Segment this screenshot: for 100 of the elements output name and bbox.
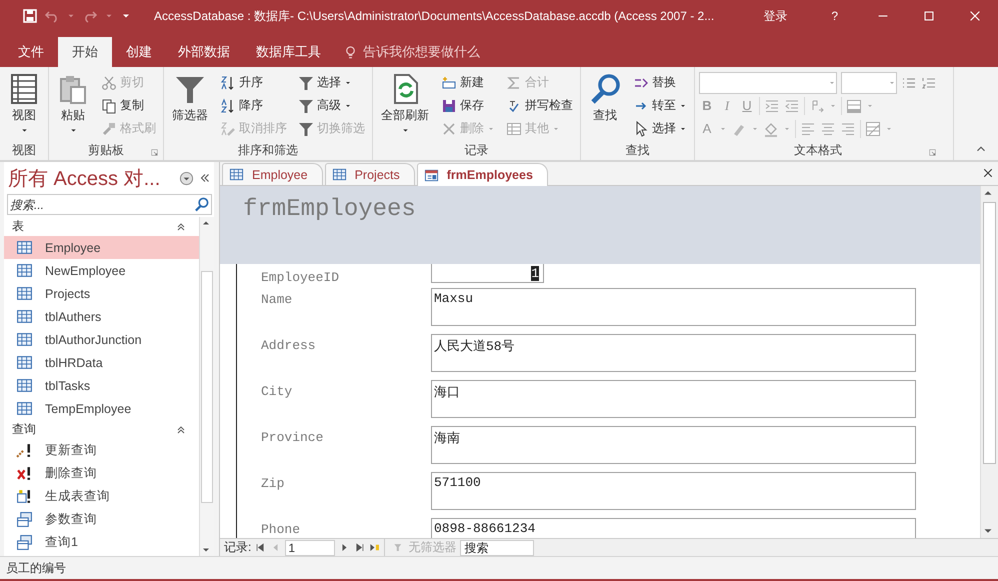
scrollbar[interactable] <box>980 186 998 538</box>
funnel-icon <box>298 74 314 90</box>
input-field[interactable]: 海南 <box>431 426 916 464</box>
ribbon-button[interactable]: 选择 <box>295 71 368 94</box>
input-field[interactable]: 海口 <box>431 380 916 418</box>
font-size-dropdown[interactable] <box>841 72 897 94</box>
save-icon[interactable] <box>22 8 38 24</box>
field-label: Zip <box>260 475 286 493</box>
search-field[interactable]: 搜索... <box>7 194 212 215</box>
cross-exclamation-icon <box>16 465 33 482</box>
menu-tab[interactable]: 数据库工具 <box>244 37 333 67</box>
navigation-item[interactable]: Projects <box>4 282 199 305</box>
table-icon <box>16 239 33 256</box>
group-label: 排序和筛选 <box>238 142 298 159</box>
close-icon[interactable] <box>968 9 982 23</box>
current-record-field[interactable]: 1 <box>285 540 336 556</box>
new-record-icon <box>441 74 457 90</box>
table-icon <box>16 354 33 371</box>
window-title: AccessDatabase : 数据库- C:\Users\Administrator\Documents\AccessDatabase.accdb (Access 2007 - 2... <box>153 8 716 24</box>
ribbon-button[interactable]: 全部刷新 <box>377 71 433 141</box>
navigation-item[interactable]: 生成表查询 <box>4 485 199 508</box>
help-button[interactable]: ? <box>809 9 860 23</box>
sort-descending-icon <box>220 98 236 114</box>
search-icon <box>589 73 621 105</box>
paint-bucket-icon[interactable] <box>763 120 779 136</box>
input-field[interactable]: 人民大道58号 <box>431 334 916 372</box>
navigation-item[interactable]: tblAuthers <box>4 305 199 328</box>
input-field[interactable]: 0898-88661234 <box>431 518 916 538</box>
collapse-icon <box>175 424 187 436</box>
document-tab[interactable]: Projects <box>324 163 415 185</box>
navigation-item[interactable]: 更新查询 <box>4 439 199 462</box>
ribbon-button[interactable]: 替换 <box>630 71 690 94</box>
align-left-icon[interactable] <box>800 120 816 136</box>
sign-in-link[interactable]: 登录 <box>741 8 810 24</box>
lightbulb-icon <box>343 44 358 60</box>
navigation-item[interactable]: tblHRData <box>4 351 199 374</box>
outdent-icon[interactable] <box>784 98 800 114</box>
ribbon-button[interactable]: 查找 <box>585 71 625 141</box>
ribbon-button[interactable]: 拼写检查 <box>503 94 576 117</box>
maximize-icon[interactable] <box>922 9 936 23</box>
last-record-icon[interactable] <box>354 542 366 553</box>
search-field[interactable]: 搜索 <box>460 540 534 556</box>
menu-tab[interactable]: 创建 <box>114 37 164 67</box>
document-tab[interactable]: Employee <box>222 163 323 185</box>
navigation-group-header[interactable]: 表 <box>4 217 199 236</box>
dialog-launcher-icon[interactable] <box>150 148 159 157</box>
form-title: frmEmployees <box>243 196 416 223</box>
ribbon-button[interactable]: 高级 <box>295 94 368 117</box>
group-label: 查找 <box>626 142 650 159</box>
input-field[interactable]: Maxsu <box>431 288 916 326</box>
ribbon-button[interactable]: 筛选器 <box>168 71 212 141</box>
input-field[interactable]: 1 <box>431 264 544 283</box>
status-text: 员工的编号 <box>6 560 66 576</box>
ribbon-button[interactable]: 转至 <box>630 94 690 117</box>
close-icon[interactable] <box>982 167 994 179</box>
dialog-launcher-icon[interactable] <box>928 148 937 157</box>
navigation-item[interactable]: 删除查询 <box>4 462 199 485</box>
collapse-icon <box>175 220 187 232</box>
ribbon-button[interactable]: 新建 <box>438 71 498 94</box>
menu-tab[interactable]: 开始 <box>58 37 112 67</box>
navigation-item[interactable]: 参数查询 <box>4 508 199 531</box>
ribbon-button[interactable]: 选择 <box>630 117 690 140</box>
delete-icon <box>441 120 457 136</box>
table-icon <box>16 377 33 394</box>
scrollbar[interactable] <box>199 217 214 556</box>
menu-tab[interactable]: 文件 <box>6 37 56 67</box>
navigation-item[interactable]: NewEmployee <box>4 259 199 282</box>
ribbon-button[interactable]: 复制 <box>98 94 159 117</box>
input-field[interactable]: 571100 <box>431 472 916 510</box>
navigation-item[interactable]: tblTasks <box>4 374 199 397</box>
align-right-icon[interactable] <box>840 120 856 136</box>
tell-me-field[interactable]: 告诉我你想要做什么 <box>363 43 480 61</box>
grid-icon <box>506 120 522 136</box>
table-exclamation-icon <box>16 488 33 505</box>
datasheet-icon <box>8 73 40 105</box>
dropdown-icon[interactable] <box>179 170 194 186</box>
table-icon <box>16 308 33 325</box>
query-icon <box>16 534 33 551</box>
font-name-dropdown[interactable] <box>699 72 837 94</box>
navigation-item[interactable]: tblAuthorJunction <box>4 328 199 351</box>
indent-icon[interactable] <box>764 98 780 114</box>
alternate-row-color-icon[interactable] <box>865 120 881 136</box>
first-record-icon[interactable] <box>255 542 266 553</box>
ribbon-button[interactable]: 升序 <box>217 71 290 94</box>
ribbon-button[interactable]: 视图 <box>4 71 44 141</box>
copy-icon <box>101 98 117 114</box>
gridlines-icon[interactable] <box>846 98 862 114</box>
search-icon[interactable] <box>194 197 209 212</box>
menu-tab[interactable]: 外部数据 <box>166 37 242 67</box>
group-label: 视图 <box>12 142 36 159</box>
align-center-icon[interactable] <box>820 120 836 136</box>
ribbon-button[interactable]: 粘贴 <box>53 71 93 141</box>
navigation-item[interactable]: Employee <box>4 236 199 259</box>
navigation-item[interactable]: TempEmployee <box>4 397 199 420</box>
new-record-icon[interactable] <box>369 542 380 553</box>
document-tab[interactable]: frmEmployees <box>416 163 548 186</box>
navigation-group-header[interactable]: 查询 <box>4 420 199 439</box>
ribbon-button[interactable]: 保存 <box>438 94 498 117</box>
navigation-item[interactable]: 查询1 <box>4 531 199 554</box>
ribbon-button[interactable]: 降序 <box>217 94 290 117</box>
